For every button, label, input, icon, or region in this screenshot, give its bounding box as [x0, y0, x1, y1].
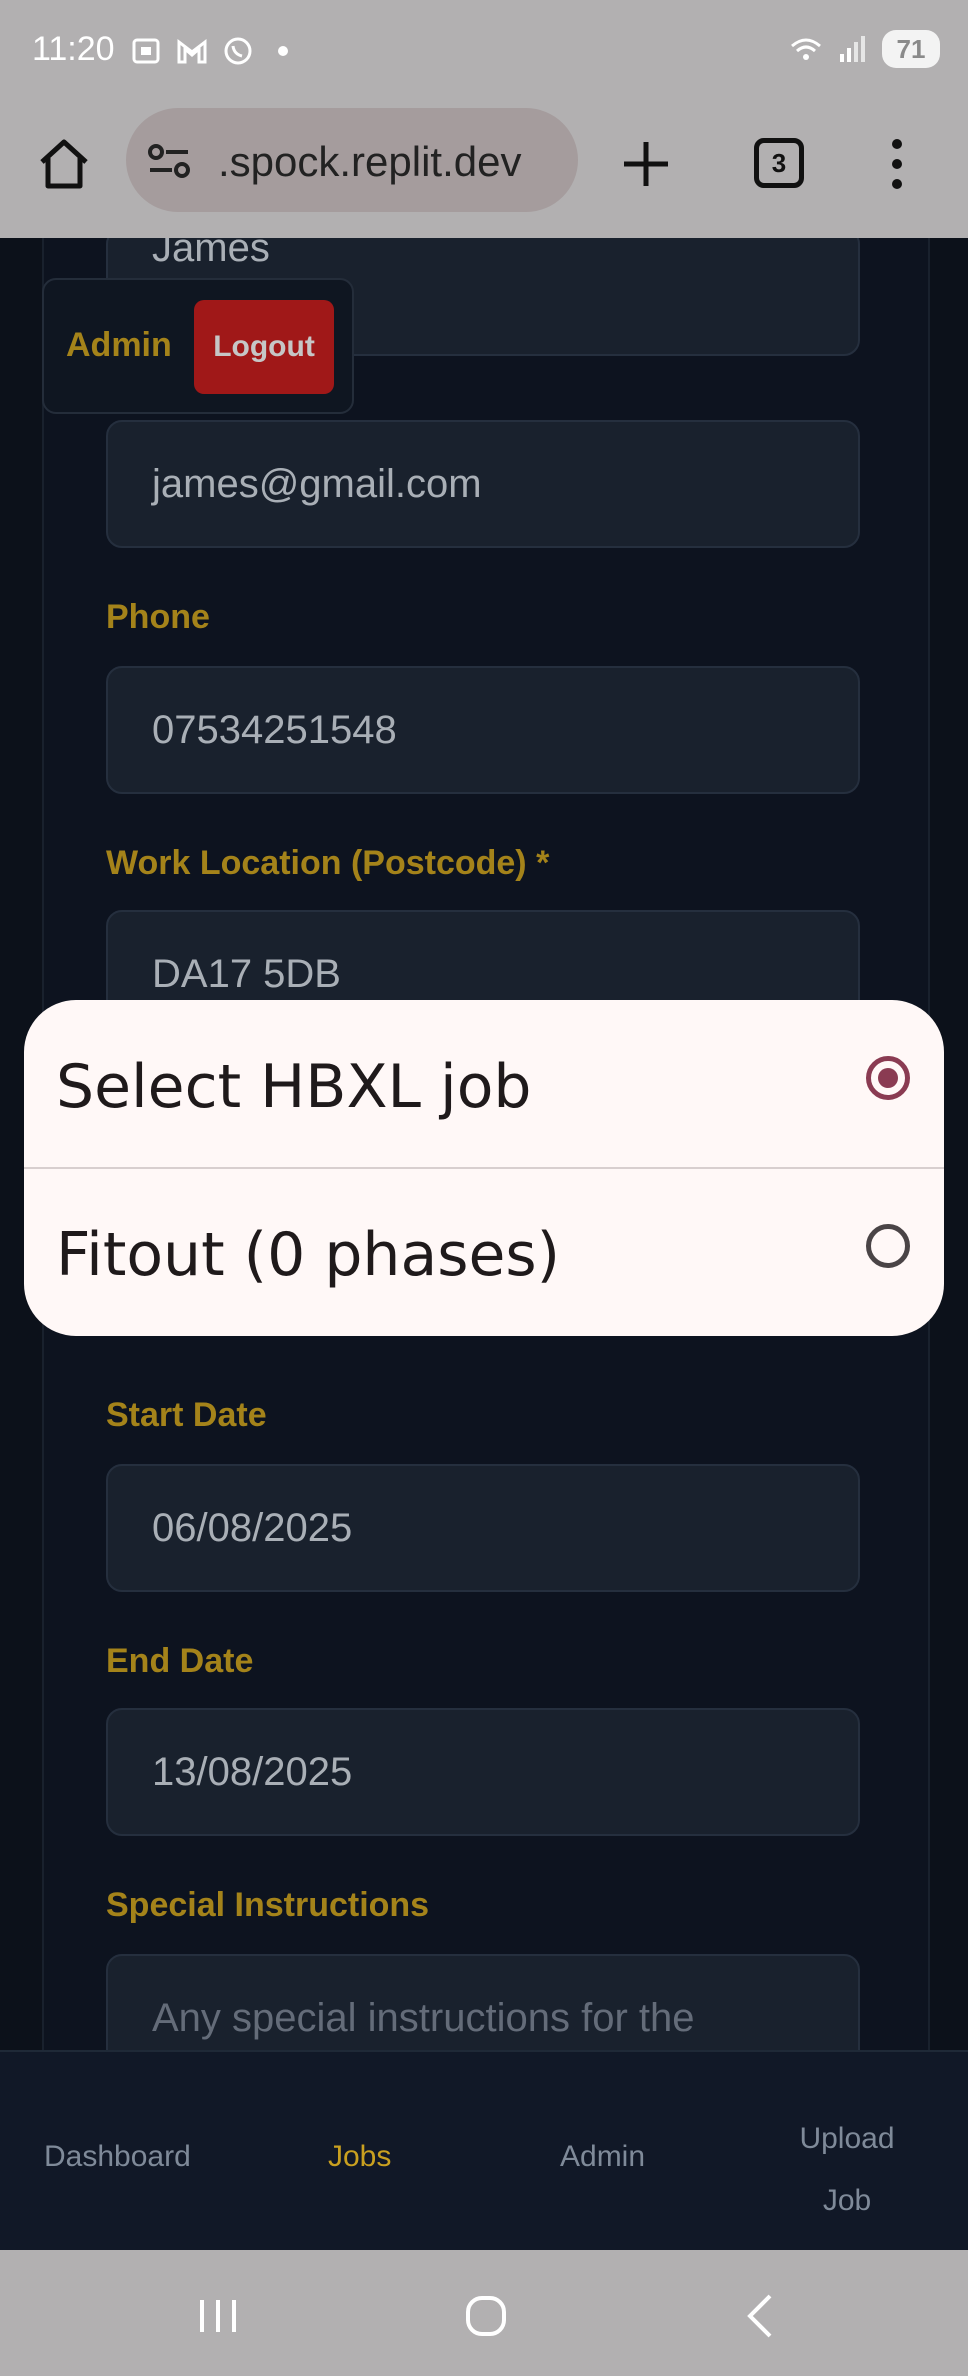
option-select-hbxl-job[interactable]: Select HBXL job — [24, 1000, 944, 1169]
site-settings-icon[interactable] — [146, 138, 192, 184]
browser-toolbar: .spock.replit.dev 3 — [0, 104, 968, 238]
new-tab-icon[interactable] — [616, 134, 676, 194]
notification-dot — [278, 46, 288, 56]
status-time: 11:20 — [32, 30, 115, 68]
system-navigation-bar — [0, 2250, 968, 2376]
status-notification-icons — [130, 36, 288, 66]
home-button-icon[interactable] — [456, 2286, 516, 2346]
back-icon[interactable] — [730, 2286, 790, 2346]
status-system-icons: 71 — [790, 30, 940, 68]
radio-unselected-icon[interactable] — [866, 1224, 910, 1268]
more-options-icon[interactable] — [882, 134, 912, 194]
home-icon[interactable] — [34, 134, 94, 194]
option-label: Select HBXL job — [56, 1052, 532, 1122]
battery-indicator: 71 — [882, 30, 940, 68]
whatsapp-icon — [224, 37, 252, 65]
option-label: Fitout (0 phases) — [56, 1220, 561, 1290]
nav-dashboard[interactable]: Dashboard — [44, 2140, 191, 2174]
radio-selected-icon[interactable] — [866, 1056, 910, 1100]
wifi-icon — [791, 38, 821, 60]
hbxl-job-picker-dialog: Select HBXL job Fitout (0 phases) — [24, 1000, 944, 1336]
recent-apps-icon[interactable] — [188, 2286, 248, 2346]
signal-icon — [840, 36, 865, 62]
url-text: .spock.replit.dev — [218, 138, 522, 185]
status-bar: 11:20 71 — [0, 0, 968, 104]
option-fitout[interactable]: Fitout (0 phases) — [24, 1168, 944, 1336]
tab-switcher-button[interactable]: 3 — [754, 138, 804, 188]
gmail-icon — [177, 38, 207, 64]
screenshot-icon — [132, 38, 160, 64]
bottom-navigation: Dashboard Jobs Admin Upload Job — [0, 2050, 968, 2252]
nav-admin[interactable]: Admin — [560, 2140, 645, 2174]
nav-jobs[interactable]: Jobs — [328, 2140, 391, 2174]
nav-upload-job[interactable]: Upload Job — [788, 2108, 906, 2232]
address-bar[interactable]: .spock.replit.dev — [126, 108, 578, 212]
